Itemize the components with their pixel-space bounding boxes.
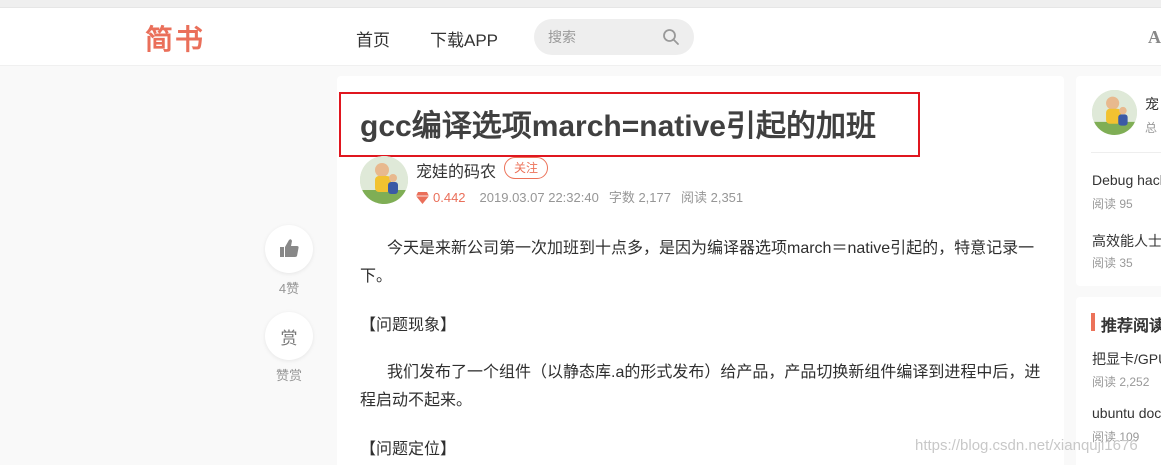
nav-download-app[interactable]: 下载APP [430,26,498,51]
recommend-accent-bar [1091,313,1095,331]
follow-button[interactable]: 关注 [504,157,548,179]
side-author-avatar[interactable] [1092,90,1137,135]
article-paragraph: 今天是来新公司第一次加班到十点多，是因为编译器选项march＝native引起的… [360,240,1035,285]
search-input[interactable] [548,27,658,47]
search-icon[interactable] [662,28,680,46]
article-paragraph: 我们发布了一个组件（以静态库.a的形式发布）给产品，产品切换新组件编译到进程中后… [360,364,1041,409]
recommend-reads: 阅读 2,252 [1092,375,1150,389]
site-logo[interactable]: 简书 [145,18,205,58]
side-article-link[interactable]: 高效能人士 [1092,231,1161,251]
avatar-image [1092,90,1137,135]
site-header: 简书 首页 下载APP A [0,8,1161,66]
reward-button[interactable]: 赏 [265,312,313,360]
recommend-link[interactable]: 把显卡/GPU [1092,349,1161,369]
side-divider [1091,152,1161,153]
author-avatar[interactable] [360,156,408,204]
diamond-score: 0.442 [433,190,466,205]
avatar-image [360,156,408,204]
thumbs-up-icon [280,239,299,257]
side-author-sub: 总 [1145,121,1158,135]
like-button[interactable] [265,225,313,273]
font-size-toggle[interactable]: A [1148,27,1161,48]
publish-date: 2019.03.07 22:32:40 [479,190,599,205]
like-count: 4赞 [278,281,300,296]
article-title: gcc编译选项march=native引起的加班 [360,110,876,143]
nav-home[interactable]: 首页 [356,26,390,51]
watermark-text: https://blog.csdn.net/xianquji1676 [915,437,1138,454]
side-article-reads: 阅读 35 [1092,256,1133,270]
recommend-heading: 推荐阅读 [1101,318,1161,335]
reward-icon: 赏 [280,329,298,348]
side-article-reads: 阅读 95 [1092,197,1133,211]
article-meta: 0.442 2019.03.07 22:32:40 字数 2,177 阅读 2,351 [416,187,743,206]
read-count: 阅读 2,351 [680,190,744,205]
side-article-link[interactable]: Debug hack [1092,172,1161,188]
recommend-link[interactable]: ubuntu doc [1092,405,1161,421]
word-count: 字数 2,177 [608,190,671,205]
reward-label: 赞赏 [275,368,302,383]
section-heading-problem: 【问题现象】 [360,317,457,334]
side-author-name[interactable]: 宠 [1145,94,1159,114]
diamond-icon [416,192,429,204]
browser-top-strip [0,0,1161,8]
search-box[interactable] [534,19,694,55]
author-name[interactable]: 宠娃的码农 [416,158,496,182]
